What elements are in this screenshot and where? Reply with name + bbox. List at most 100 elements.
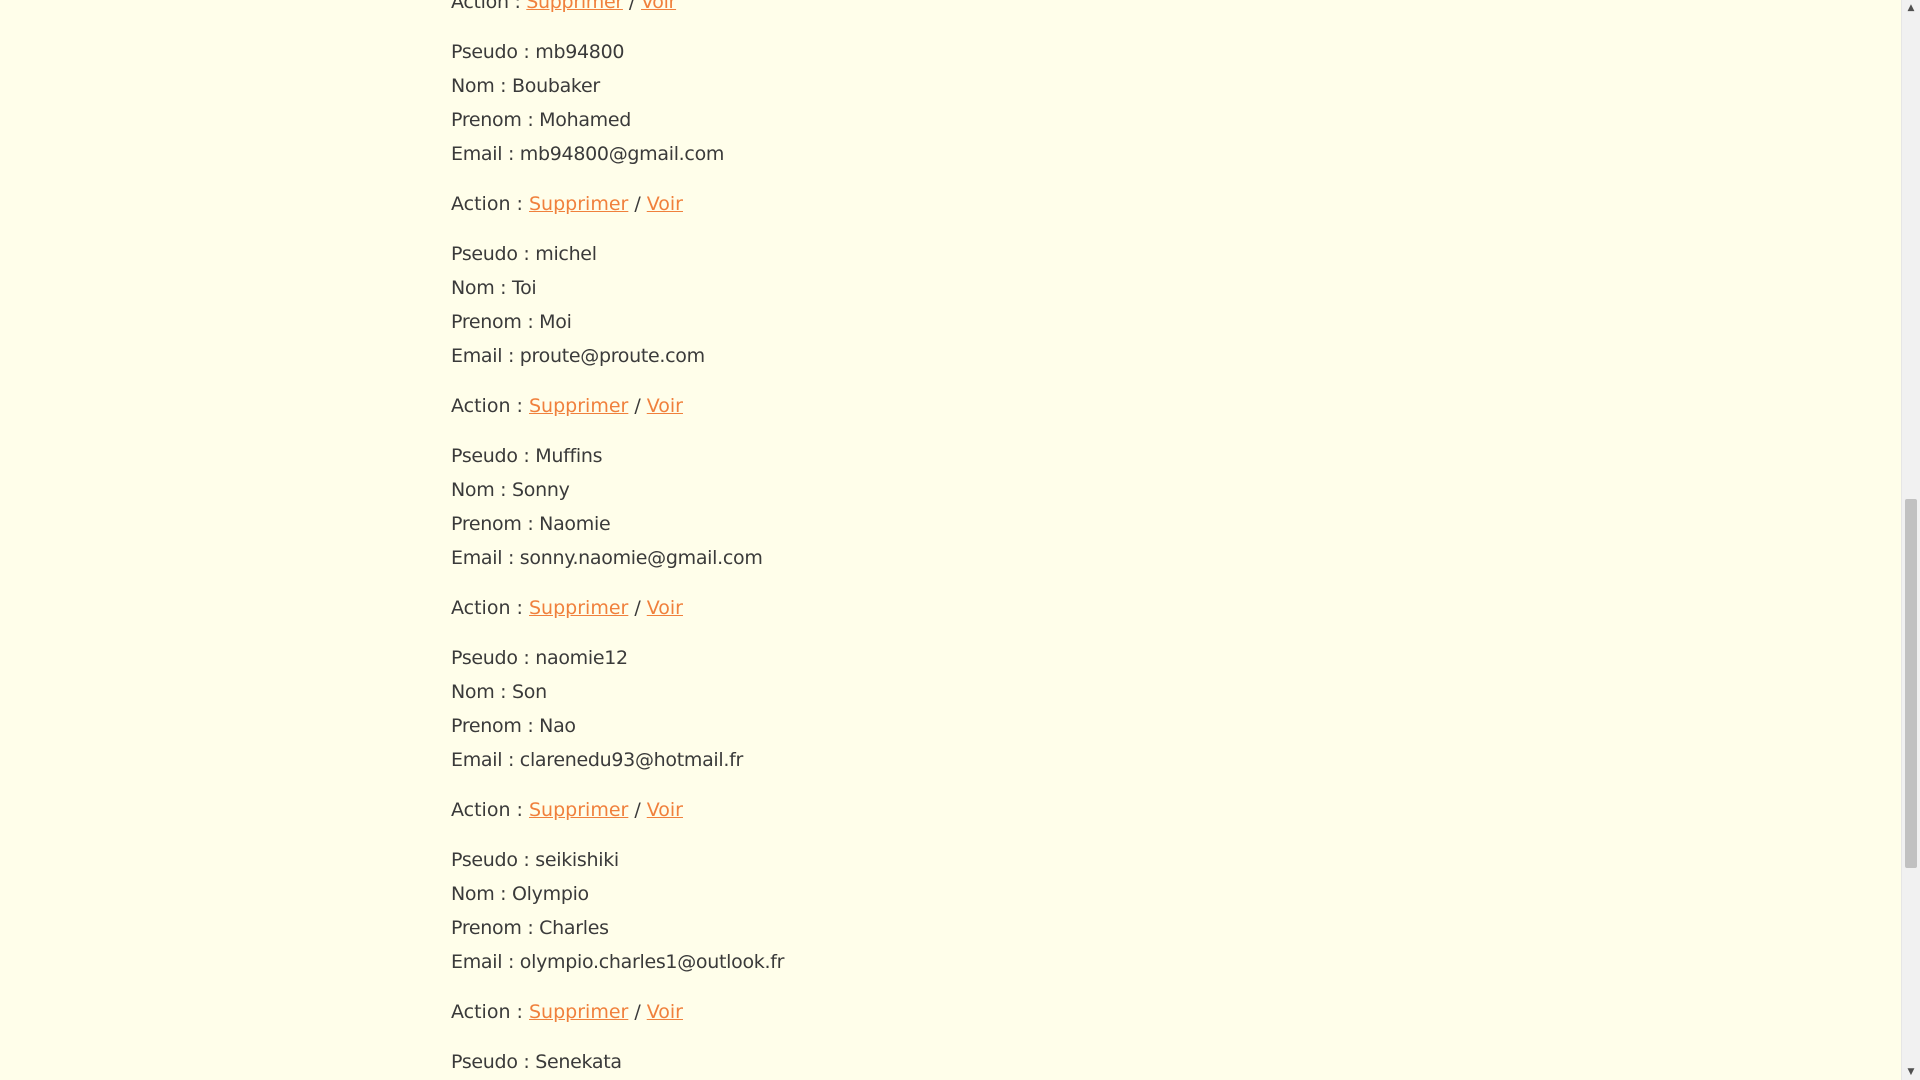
email-value: clarenedu93@hotmail.fr [519,749,744,771]
action-row: Action : Supprimer / Voir [451,995,1751,1029]
nom-label: Nom : [451,277,513,299]
pseudo-value: seikishiki [535,849,619,871]
nom-row: Nom : Son [451,675,1751,709]
user-record: Pseudo : michel Nom : Toi Prenom : Moi E… [451,237,1751,423]
nom-label: Nom : [451,479,513,501]
scroll-down-arrow-icon[interactable]: ▼ [1902,1064,1920,1080]
pseudo-value: Muffins [535,445,603,467]
user-record: Pseudo : mb94800 Nom : Boubaker Prenom :… [451,35,1751,221]
view-link[interactable]: Voir [647,597,683,619]
prenom-value: Moi [539,311,572,333]
vertical-scrollbar[interactable]: ▲ ▼ [1901,0,1920,1080]
pseudo-label: Pseudo : [451,243,536,265]
email-row: Email : proute@proute.com [451,339,1751,373]
email-row: Email : sonny.naomie@gmail.com [451,541,1751,575]
view-link[interactable]: Voir [647,799,683,821]
action-row: Action : Supprimer / Voir [451,793,1751,827]
pseudo-label: Pseudo : [451,445,536,467]
email-label: Email : [451,547,520,569]
user-record: Pseudo : seikishiki Nom : Olympio Prenom… [451,843,1751,1029]
pseudo-label: Pseudo : [451,647,536,669]
email-label: Email : [451,143,520,165]
action-separator: / [628,0,636,13]
prenom-label: Prenom : [451,917,540,939]
user-record: Pseudo : Senekata [451,1045,1751,1079]
pseudo-row: Pseudo : michel [451,237,1751,271]
action-separator: / [634,193,641,215]
pseudo-value: Senekata [535,1051,622,1073]
action-separator: / [634,597,641,619]
user-record: Pseudo : Muffins Nom : Sonny Prenom : Na… [451,439,1751,625]
pseudo-value: michel [535,243,597,265]
action-row: Action : Supprimer / Voir [451,591,1751,625]
action-row: Action : Supprimer / Voir [451,0,1751,19]
pseudo-value: mb94800 [535,41,625,63]
action-label: Action : [451,799,529,821]
action-separator: / [634,1001,641,1023]
view-link[interactable]: Voir [641,0,676,13]
delete-link[interactable]: Supprimer [529,597,628,619]
email-value: proute@proute.com [519,345,705,367]
prenom-label: Prenom : [451,715,540,737]
scrollbar-thumb[interactable] [1905,499,1917,868]
prenom-label: Prenom : [451,513,540,535]
email-value: sonny.naomie@gmail.com [519,547,763,569]
delete-link[interactable]: Supprimer [529,193,628,215]
email-value: mb94800@gmail.com [519,143,725,165]
nom-value: Toi [512,277,537,299]
view-link[interactable]: Voir [647,395,683,417]
nom-value: Boubaker [512,75,600,97]
email-row: Email : olympio.charles1@outlook.fr [451,945,1751,979]
nom-row: Nom : Sonny [451,473,1751,507]
prenom-row: Prenom : Naomie [451,507,1751,541]
pseudo-row: Pseudo : Muffins [451,439,1751,473]
user-list: Action : Supprimer / Voir Pseudo : mb94800… [451,0,1751,1079]
pseudo-label: Pseudo : [451,41,536,63]
pseudo-row: Pseudo : naomie12 [451,641,1751,675]
prenom-value: Nao [539,715,576,737]
action-row: Action : Supprimer / Voir [451,187,1751,221]
pseudo-value: naomie12 [535,647,628,669]
prenom-value: Naomie [539,513,611,535]
delete-link[interactable]: Supprimer [529,799,628,821]
scroll-up-arrow-icon[interactable]: ▲ [1902,0,1920,16]
action-label: Action : [451,1001,529,1023]
nom-value: Son [512,681,547,703]
nom-row: Nom : Boubaker [451,69,1751,103]
email-row: Email : clarenedu93@hotmail.fr [451,743,1751,777]
action-label: Action : [451,0,527,13]
nom-value: Olympio [512,883,589,905]
view-link[interactable]: Voir [647,193,683,215]
prenom-value: Mohamed [539,109,632,131]
user-record: Pseudo : naomie12 Nom : Son Prenom : Nao… [451,641,1751,827]
prenom-row: Prenom : Moi [451,305,1751,339]
pseudo-label: Pseudo : [451,849,536,871]
prenom-value: Charles [539,917,609,939]
email-row: Email : mb94800@gmail.com [451,137,1751,171]
view-link[interactable]: Voir [647,1001,683,1023]
email-label: Email : [451,345,520,367]
nom-label: Nom : [451,75,513,97]
action-label: Action : [451,193,529,215]
prenom-row: Prenom : Charles [451,911,1751,945]
delete-link[interactable]: Supprimer [529,1001,628,1023]
pseudo-label: Pseudo : [451,1051,536,1073]
prenom-row: Prenom : Mohamed [451,103,1751,137]
email-value: olympio.charles1@outlook.fr [519,951,785,973]
delete-link[interactable]: Supprimer [526,0,623,13]
prenom-label: Prenom : [451,311,540,333]
nom-value: Sonny [512,479,570,501]
nom-label: Nom : [451,883,513,905]
prenom-row: Prenom : Nao [451,709,1751,743]
pseudo-row: Pseudo : Senekata [451,1045,1751,1079]
delete-link[interactable]: Supprimer [529,395,628,417]
action-separator: / [634,395,641,417]
pseudo-row: Pseudo : mb94800 [451,35,1751,69]
nom-row: Nom : Toi [451,271,1751,305]
email-label: Email : [451,951,520,973]
nom-label: Nom : [451,681,513,703]
pseudo-row: Pseudo : seikishiki [451,843,1751,877]
action-separator: / [634,799,641,821]
action-label: Action : [451,395,529,417]
action-row: Action : Supprimer / Voir [451,389,1751,423]
